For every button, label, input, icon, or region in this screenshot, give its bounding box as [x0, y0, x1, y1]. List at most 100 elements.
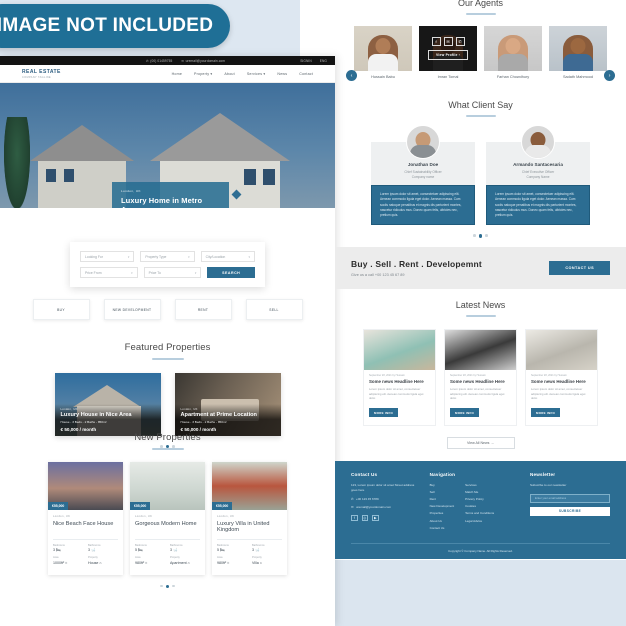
footer-link-services[interactable]: Services [465, 483, 494, 487]
footer-link-rent[interactable]: Rent [430, 497, 455, 501]
youtube-icon[interactable]: ▶ [372, 514, 379, 522]
instagram-icon[interactable]: ◎ [361, 514, 368, 522]
testimonial-role: Chief Executive Officer [521, 169, 555, 174]
view-all-news-button[interactable]: View All News → [446, 436, 515, 449]
facebook-icon[interactable]: f [431, 37, 441, 46]
phone-icon[interactable]: ✆ [455, 37, 465, 46]
label-bathrooms: Bathrooms [88, 543, 101, 547]
news-card[interactable]: September 28, 2021 by Hussain Some news … [444, 328, 517, 426]
topbar-phone[interactable]: ✆ (00) 01459755 [146, 59, 172, 63]
subscribe-button[interactable]: SUBSCRIBE [530, 506, 610, 516]
agent-photo: f ✉ ✆ View Profile › [419, 26, 477, 71]
footer-nav-title: Navigation [429, 471, 456, 477]
property-price-tag: €55,000 [212, 502, 233, 510]
featured-location: London, UK [60, 407, 78, 411]
hero-property-card: London, UK Luxury Home in Metro Area Hou… [112, 182, 229, 208]
footer-link-privacy-policy[interactable]: Privacy Policy [465, 497, 494, 501]
footer-link-sell[interactable]: Sell [430, 490, 455, 494]
news-card[interactable]: September 28, 2021 by Hussain Some news … [525, 328, 598, 426]
agent-card[interactable]: f ✉ ✆ View Profile › Imran Tomal [419, 26, 477, 84]
property-type-select[interactable]: Property Type ▾ [140, 251, 195, 262]
price-to-select[interactable]: Price To ▾ [143, 267, 202, 278]
looking-for-select[interactable]: Looking For ▾ [80, 251, 135, 262]
nav-item-home[interactable]: Home [172, 72, 182, 76]
footer-email[interactable]: ✉ uremail@yourdomain.com [351, 505, 420, 509]
category-rent[interactable]: RENT [174, 299, 232, 320]
property-card-image: €55,000 [48, 462, 123, 510]
topbar-language[interactable]: ENG [320, 59, 327, 63]
carousel-dot-active[interactable] [478, 234, 483, 238]
agents-prev-arrow[interactable]: ‹ [346, 70, 357, 81]
cta-banner: Buy . Sell . Rent . Developemnt Give us … [335, 246, 626, 289]
search-button[interactable]: SEARCH [207, 267, 256, 278]
city-location-select[interactable]: City/Location ▾ [200, 251, 255, 262]
nav-item-services[interactable]: Services ▾ [247, 72, 266, 76]
agent-card[interactable]: Sadath Mahmood [549, 26, 607, 84]
carousel-dot[interactable] [473, 234, 476, 237]
news-more-info-button[interactable]: MORE INFO [531, 408, 561, 418]
footer-link-contact-us[interactable]: Contact Us [430, 526, 455, 530]
carousel-dot-active[interactable] [165, 584, 170, 588]
news-title: Latest News [455, 299, 506, 310]
property-card[interactable]: €55,000 London, UK Gorgeous Modern Home … [130, 462, 205, 575]
bottom-blue-strip [335, 560, 626, 626]
nav-item-news[interactable]: News [277, 72, 287, 76]
footer-link-new-development[interactable]: New Development [430, 504, 455, 508]
news-date: September 28, 2021 by Hussain [450, 373, 486, 377]
topbar-email[interactable]: ✉ uremail@yourdomain.com [181, 59, 225, 63]
footer-link-legal-advice[interactable]: Legal Advice [465, 519, 494, 523]
cta-subtitle: Give us a call +00 123 45 67 89 [351, 272, 405, 277]
property-price-tag: €55,000 [48, 502, 69, 510]
envelope-icon[interactable]: ✉ [443, 37, 453, 46]
agent-card[interactable]: Farhan Chowdhury [484, 26, 542, 84]
agents-next-arrow[interactable]: › [604, 70, 615, 81]
footer-link-buy[interactable]: Buy [430, 483, 455, 487]
featured-card[interactable]: London, UK Apartment at Prime Location H… [174, 373, 281, 436]
footer-phone[interactable]: ✆ +00 123 45 6789 [351, 497, 420, 501]
value-property: House ⌂ [88, 560, 102, 565]
price-from-select[interactable]: Price From ▾ [80, 267, 138, 278]
site-footer: Contact Us 123, Lorem ipsum dolor sit am… [335, 460, 626, 560]
carousel-dot[interactable] [172, 584, 175, 588]
featured-card[interactable]: London, UK Luxury House in Nice Area Hou… [54, 373, 161, 436]
news-card[interactable]: September 28, 2021 by Hussain Some news … [363, 328, 436, 426]
avatar [563, 35, 593, 71]
category-new-development[interactable]: NEW DEVELOPMENT [103, 299, 161, 320]
news-more-info-button[interactable]: MORE INFO [369, 408, 399, 418]
footer-newsletter-title: Newsletter [530, 471, 556, 477]
category-buy[interactable]: BUY [32, 299, 90, 320]
carousel-dot[interactable] [485, 234, 488, 237]
property-card[interactable]: €55,000 London, UK Nice Beach Face House… [48, 462, 123, 575]
view-profile-button[interactable]: View Profile › [427, 50, 469, 60]
contact-us-button[interactable]: CONTACT US [549, 260, 610, 275]
nav-item-contact[interactable]: Contact [299, 72, 313, 76]
newsletter-email-input[interactable]: Enter your email address [530, 493, 610, 503]
avatar [498, 35, 528, 71]
carousel-dot[interactable] [160, 584, 163, 588]
nav-item-property[interactable]: Property ▾ [194, 72, 212, 76]
topbar-signin[interactable]: SIGNIN [300, 59, 312, 63]
featured-location: London, UK [180, 407, 198, 411]
footer-link-match-me[interactable]: Match Me [465, 490, 494, 494]
property-card[interactable]: €55,000 London, UK Luxury Villa in Unite… [212, 462, 287, 575]
website-mockup-right: Our Agents Hussain Babu f ✉ ✆ View Profi… [335, 0, 626, 560]
chevron-down-icon: ▾ [248, 254, 250, 259]
footer-link-cookies[interactable]: Cookies [465, 504, 494, 508]
footer-link-properties[interactable]: Properties [430, 511, 455, 515]
value-bathrooms: 3 🛁 [170, 548, 178, 552]
footer-link-about-us[interactable]: About Us [430, 519, 455, 523]
footer-link-terms[interactable]: Terms and Conditions [465, 511, 494, 515]
phone-icon: ✆ [146, 58, 149, 63]
category-sell[interactable]: SELL [245, 299, 303, 320]
facebook-icon[interactable]: f [351, 514, 358, 522]
agent-card[interactable]: Hussain Babu [354, 26, 412, 84]
label-bathrooms: Bathrooms [252, 543, 265, 547]
news-more-info-button[interactable]: MORE INFO [450, 408, 480, 418]
hero-location: London, UK [121, 189, 141, 193]
nav-item-about[interactable]: About [224, 72, 234, 76]
site-logo[interactable]: REAL ESTATE COMPANY TAGLINE [22, 69, 61, 79]
footer-social-links: f ◎ ▶ [351, 514, 420, 522]
envelope-icon: ✉ [351, 504, 354, 509]
agents-title: Our Agents [457, 0, 504, 8]
news-headline: Some news Headline Here [450, 379, 505, 385]
